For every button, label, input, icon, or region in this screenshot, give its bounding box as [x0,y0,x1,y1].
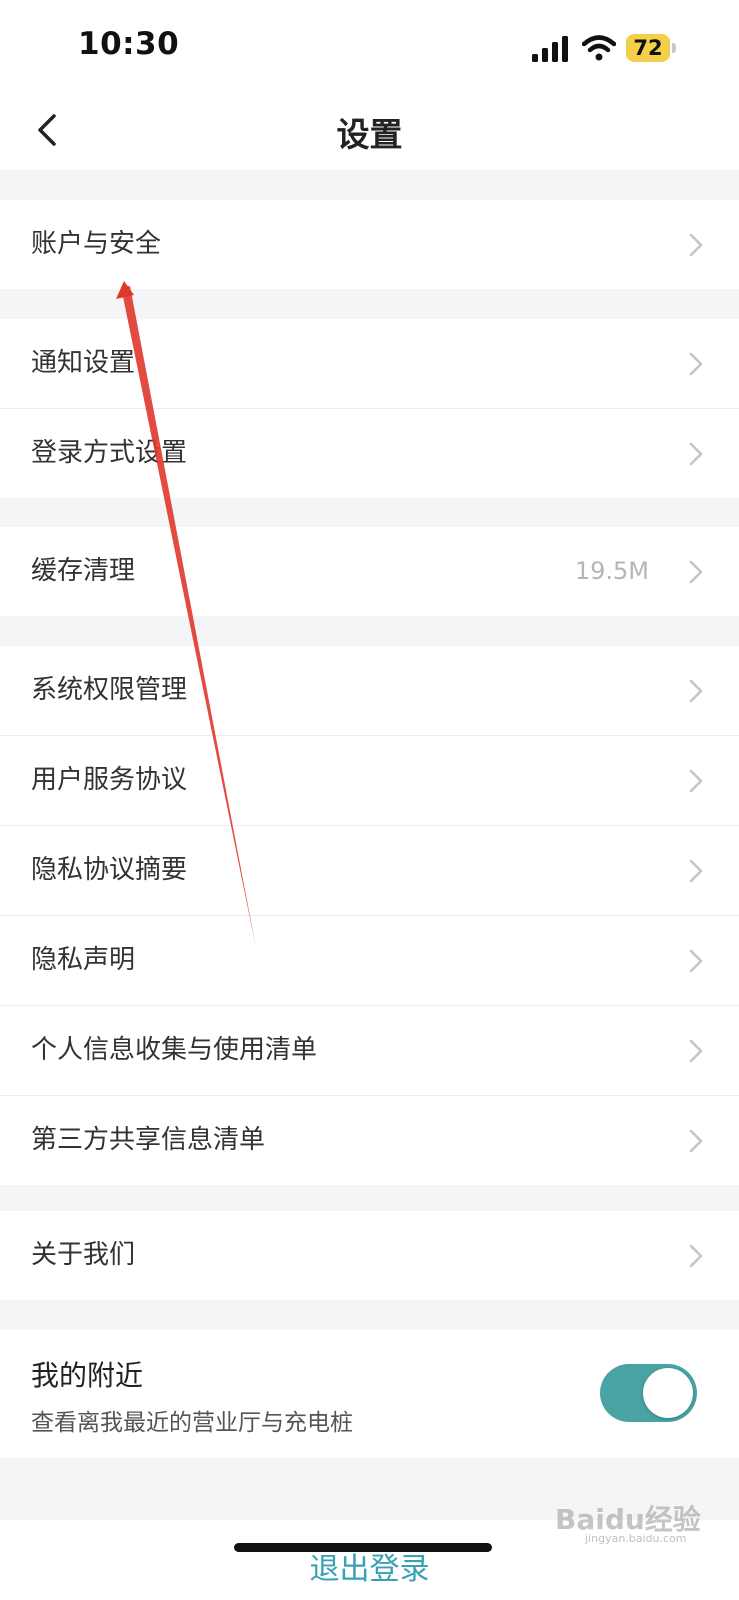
account-security-row[interactable]: 账户与安全 [0,200,739,289]
row-label: 隐私协议摘要 [31,855,188,885]
toggle-knob [643,1368,693,1418]
row-label: 个人信息收集与使用清单 [31,1035,318,1065]
settings-group-policies: 系统权限管理 用户服务协议 隐私协议摘要 隐私声明 个人信息收集与使用清单 第三… [0,646,739,1185]
chevron-right-icon [689,769,703,793]
row-label: 隐私声明 [31,945,136,975]
wifi-icon [582,35,616,61]
settings-group-login: 通知设置 登录方式设置 [0,319,739,498]
login-method-row[interactable]: 登录方式设置 [0,408,739,498]
signal-icon [532,36,568,62]
row-label: 用户服务协议 [31,765,188,795]
notification-settings-row[interactable]: 通知设置 [0,319,739,408]
settings-group-about: 关于我们 [0,1211,739,1300]
chevron-right-icon [689,859,703,883]
user-agreement-row[interactable]: 用户服务协议 [0,735,739,825]
personal-info-list-row[interactable]: 个人信息收集与使用清单 [0,1005,739,1095]
row-label: 通知设置 [31,348,136,378]
status-bar: 10:30 72 [0,0,739,92]
row-label: 缓存清理 [31,556,136,586]
page-title: 设置 [336,115,403,154]
chevron-right-icon [689,442,703,466]
nearby-setting: 我的附近 查看离我最近的营业厅与充电桩 [0,1330,739,1458]
third-party-sharing-row[interactable]: 第三方共享信息清单 [0,1095,739,1185]
nearby-title: 我的附近 [31,1359,144,1392]
row-label: 第三方共享信息清单 [31,1125,266,1155]
status-time: 10:30 [78,26,180,62]
privacy-summary-row[interactable]: 隐私协议摘要 [0,825,739,915]
clear-cache-row[interactable]: 缓存清理 19.5M [0,527,739,616]
row-label: 账户与安全 [31,229,162,259]
settings-group-cache: 缓存清理 19.5M [0,527,739,616]
row-label: 系统权限管理 [31,675,188,705]
nearby-description: 查看离我最近的营业厅与充电桩 [31,1410,353,1436]
chevron-right-icon [689,949,703,973]
about-us-row[interactable]: 关于我们 [0,1211,739,1300]
chevron-right-icon [689,679,703,703]
chevron-right-icon [689,1039,703,1063]
battery-level: 72 [626,34,670,62]
cache-size-value: 19.5M [574,557,649,585]
system-permissions-row[interactable]: 系统权限管理 [0,646,739,735]
chevron-right-icon [689,233,703,257]
row-label: 关于我们 [31,1240,136,1270]
chevron-right-icon [689,1244,703,1268]
home-indicator [234,1543,492,1552]
battery-icon: 72 [626,34,676,62]
row-label: 登录方式设置 [31,438,188,468]
privacy-statement-row[interactable]: 隐私声明 [0,915,739,1005]
nav-bar: 设置 [0,92,739,170]
chevron-right-icon [689,352,703,376]
chevron-right-icon [689,560,703,584]
chevron-right-icon [689,1129,703,1153]
watermark-url: jingyan.baidu.com [585,1532,687,1545]
settings-group-account: 账户与安全 [0,200,739,289]
nearby-toggle[interactable] [600,1364,697,1422]
